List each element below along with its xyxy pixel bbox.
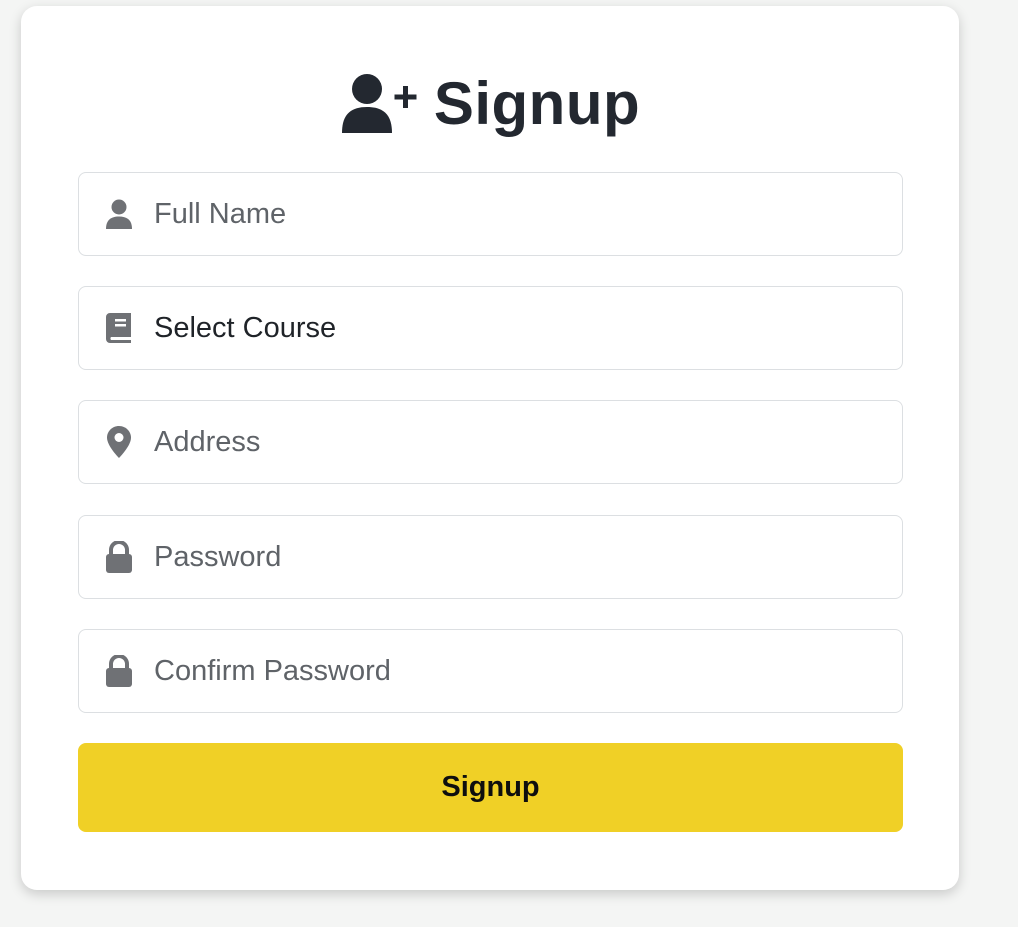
user-plus-icon [340, 73, 418, 135]
confirm-password-input[interactable] [154, 651, 882, 691]
book-icon [105, 313, 133, 343]
course-select-value[interactable]: Select Course [154, 308, 882, 348]
signup-button[interactable]: Signup [78, 743, 903, 832]
address-input[interactable] [154, 422, 882, 462]
password-field[interactable] [78, 515, 903, 599]
full-name-field[interactable] [78, 172, 903, 256]
signup-card: Signup Select Course [21, 6, 959, 890]
confirm-password-field[interactable] [78, 629, 903, 713]
lock-icon [105, 655, 133, 687]
address-field[interactable] [78, 400, 903, 484]
lock-icon [105, 541, 133, 573]
full-name-input[interactable] [154, 194, 882, 234]
course-select[interactable]: Select Course [78, 286, 903, 370]
password-input[interactable] [154, 537, 882, 577]
user-icon [105, 199, 133, 229]
form-header: Signup [21, 64, 959, 144]
map-marker-icon [105, 426, 133, 458]
page-title: Signup [433, 70, 641, 137]
